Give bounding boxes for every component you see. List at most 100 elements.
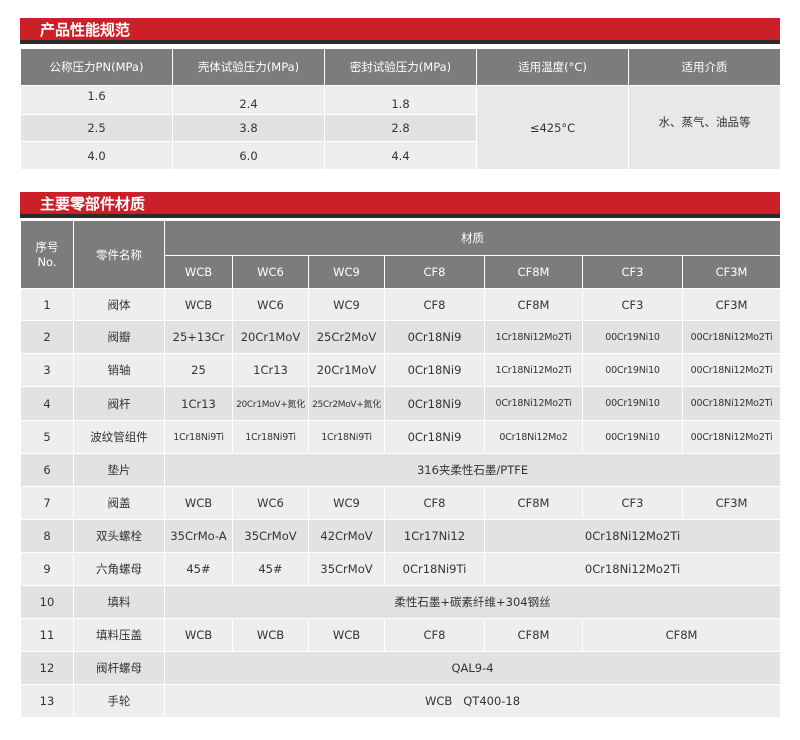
material-cell: WC6	[232, 288, 309, 321]
material-cell: CF3M	[681, 486, 782, 520]
performance-table: 公称压力PN(MPa) 壳体试验压力(MPa) 密封试验压力(MPa) 适用温度…	[20, 48, 781, 170]
material-cell: 1Cr18Ni9Ti	[232, 420, 309, 454]
table-row: 13 手轮 WCB QT400-18	[20, 684, 782, 718]
material-cell: 00Cr18Ni12Mo2Ti	[681, 320, 782, 354]
material-cell: WCB	[232, 618, 309, 652]
material-cell: CF3	[582, 288, 683, 321]
part-name: 填料	[73, 585, 165, 619]
header-no-en: No.	[37, 254, 57, 269]
table-cell: 1.6	[20, 85, 173, 115]
material-cell: 00Cr18Ni12Mo2Ti	[681, 353, 782, 387]
table-row: 2 阀瓣 25+13Cr 20Cr1MoV 25Cr2MoV 0Cr18Ni9 …	[20, 320, 782, 354]
material-cell: 0Cr18Ni12Mo2	[484, 420, 583, 454]
material-cell: 25	[164, 353, 233, 387]
table-row: 3 销轴 25 1Cr13 20Cr1MoV 0Cr18Ni9 1Cr18Ni1…	[20, 353, 782, 387]
table-cell: 3.8	[172, 114, 325, 142]
material-cell: WC9	[308, 486, 385, 520]
temperature-cell: ≤425°C	[476, 85, 629, 170]
material-cell: WC9	[308, 288, 385, 321]
material-cell: 20Cr1MoV	[308, 353, 385, 387]
table-row: 1.6 2.4 1.8 ≤425°C 水、蒸气、油品等	[20, 85, 781, 170]
material-cell: WCB	[308, 618, 385, 652]
table-row: 7 阀盖 WCB WC6 WC9 CF8 CF8M CF3 CF3M	[20, 486, 782, 520]
material-cell: 1Cr13	[232, 353, 309, 387]
material-cell: 35CrMoV	[308, 552, 385, 586]
table-cell: 4.4	[324, 141, 477, 170]
material-cell: 00Cr18Ni12Mo2Ti	[681, 386, 782, 421]
material-span-cell: WCB QT400-18	[163, 684, 782, 718]
row-number: 10	[20, 585, 74, 619]
row-number: 2	[20, 320, 74, 354]
medium-cell: 水、蒸气、油品等	[628, 85, 781, 170]
material-cell: 0Cr18Ni9Ti	[384, 552, 485, 586]
material-cell: 1Cr18Ni9Ti	[308, 420, 385, 454]
material-cell: 35CrMoV	[232, 519, 309, 553]
material-cell: 1Cr17Ni12	[384, 519, 485, 553]
material-cell: CF8	[384, 618, 485, 652]
row-number: 11	[20, 618, 74, 652]
table-cell: 2.4	[172, 85, 325, 115]
table-cell: 2.5	[20, 114, 173, 142]
material-cell: 20Cr1MoV+氮化	[232, 386, 309, 421]
header-nominal-pressure: 公称压力PN(MPa)	[20, 48, 173, 86]
material-cell: WCB	[164, 288, 233, 321]
material-cell: 45#	[232, 552, 309, 586]
material-cell: 25+13Cr	[164, 320, 233, 354]
header-seal-test-pressure: 密封试验压力(MPa)	[324, 48, 477, 86]
material-cell: 45#	[164, 552, 233, 586]
material-cell: WCB	[164, 486, 233, 520]
part-name: 双头螺栓	[73, 519, 165, 553]
banner-tab	[173, 18, 193, 40]
table-row: 8 双头螺栓 35CrMo-A 35CrMoV 42CrMoV 1Cr17Ni1…	[20, 519, 782, 553]
row-number: 5	[20, 420, 74, 454]
header-part-name: 零件名称	[73, 220, 165, 289]
table-cell: 6.0	[172, 141, 325, 170]
part-name: 波纹管组件	[73, 420, 165, 454]
part-name: 销轴	[73, 353, 165, 387]
row-number: 9	[20, 552, 74, 586]
row-number: 6	[20, 453, 74, 487]
material-cell: WC6	[232, 486, 309, 520]
header-grade: WC9	[308, 255, 385, 289]
materials-table: 序号 No. 零件名称 材质 WCB WC6 WC9 CF8 CF8M CF3 …	[20, 220, 782, 718]
performance-banner: 产品性能规范	[20, 18, 780, 44]
material-cell: 0Cr18Ni9	[384, 353, 485, 387]
header-grade: WCB	[164, 255, 233, 289]
part-name: 阀杆螺母	[73, 651, 165, 685]
row-number: 4	[20, 386, 74, 421]
header-medium: 适用介质	[628, 48, 781, 86]
material-span-cell: 0Cr18Ni12Mo2Ti	[483, 552, 782, 586]
material-cell: 00Cr19Ni10	[582, 353, 683, 387]
material-cell: 00Cr19Ni10	[582, 420, 683, 454]
material-span-cell: 0Cr18Ni12Mo2Ti	[483, 519, 782, 553]
material-span-cell: QAL9-4	[163, 651, 782, 685]
row-number: 3	[20, 353, 74, 387]
row-number: 13	[20, 684, 74, 718]
table-row: 4 阀杆 1Cr13 20Cr1MoV+氮化 25Cr2MoV+氮化 0Cr18…	[20, 386, 782, 421]
performance-title: 产品性能规范	[40, 21, 131, 39]
table-row: 12 阀杆螺母 QAL9-4	[20, 651, 782, 685]
header-grade: WC6	[232, 255, 309, 289]
material-cell: 00Cr19Ni10	[582, 386, 683, 421]
material-cell: CF8M	[484, 288, 583, 321]
header-material: 材质	[163, 220, 782, 256]
material-cell: WCB	[164, 618, 233, 652]
material-span-cell: CF8M	[581, 618, 782, 652]
part-name: 六角螺母	[73, 552, 165, 586]
table-row: 11 填料压盖 WCB WCB WCB CF8 CF8M CF8M	[20, 618, 782, 652]
table-row: 1 阀体 WCB WC6 WC9 CF8 CF8M CF3 CF3M	[20, 288, 782, 321]
material-cell: 25Cr2MoV+氮化	[308, 386, 385, 421]
material-cell: CF3M	[681, 288, 782, 321]
material-cell: CF8	[384, 486, 485, 520]
header-grade: CF3	[582, 255, 683, 289]
material-cell: 1Cr18Ni9Ti	[164, 420, 233, 454]
table-row: 5 波纹管组件 1Cr18Ni9Ti 1Cr18Ni9Ti 1Cr18Ni9Ti…	[20, 420, 782, 454]
part-name: 阀体	[73, 288, 165, 321]
table-cell: 1.8	[324, 85, 477, 115]
material-span-cell: 柔性石墨+碳素纤维+304钢丝	[163, 585, 782, 619]
material-cell: CF8M	[484, 486, 583, 520]
material-cell: 00Cr19Ni10	[582, 320, 683, 354]
material-cell: 1Cr13	[164, 386, 233, 421]
material-cell: 42CrMoV	[308, 519, 385, 553]
table-cell: 4.0	[20, 141, 173, 170]
